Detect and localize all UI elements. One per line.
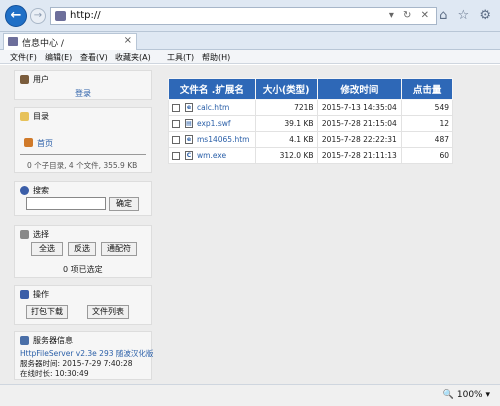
- directory-panel: 目录 首页 0 个子目录, 4 个文件, 355.9 KB: [14, 107, 152, 173]
- hits-cell: 60: [401, 147, 453, 164]
- table-row: e ms14065.htm 4.1 KB 2015-7-28 22:22:31 4…: [168, 131, 453, 148]
- operations-icon: [20, 290, 29, 299]
- operations-panel: 操作 打包下载 文件列表: [14, 285, 152, 325]
- hits-cell: 12: [401, 115, 453, 132]
- menu-view[interactable]: 查看(V): [80, 52, 108, 63]
- folder-icon: [20, 112, 29, 121]
- page-content: 用户 登录 目录 首页 0 个子目录, 4 个文件, 355.9 KB 搜索 确…: [0, 65, 500, 384]
- row-checkbox[interactable]: [172, 151, 180, 160]
- size-cell: 721B: [254, 99, 318, 116]
- row-checkbox[interactable]: [172, 103, 180, 112]
- url-tools[interactable]: ▾ ↻ ✕: [389, 10, 432, 21]
- address-toolbar: ← → http:// ▾ ↻ ✕ ⌂ ☆ ⚙: [0, 0, 500, 32]
- server-info-title: 服务器信息: [33, 336, 73, 345]
- mtime-cell: 2015-7-28 21:11:13: [316, 147, 403, 164]
- menu-help[interactable]: 帮助(H): [202, 52, 230, 63]
- table-row: Cwm.exe 312.0 KB 2015-7-28 21:11:13 60: [168, 147, 453, 164]
- url-text: http://: [70, 10, 101, 21]
- divider: [20, 154, 146, 155]
- search-title: 搜索: [33, 186, 49, 195]
- help-icon: [20, 186, 29, 195]
- header-size[interactable]: 大小(类型): [254, 78, 318, 100]
- hits-cell: 487: [401, 131, 453, 148]
- status-bar: 🔍 100% ▾: [0, 384, 500, 406]
- forward-button[interactable]: →: [30, 8, 46, 24]
- search-input[interactable]: [26, 197, 106, 210]
- filename-cell: e calc.htm: [168, 99, 256, 116]
- select-all-button[interactable]: 全选: [31, 242, 63, 256]
- address-bar[interactable]: http:// ▾ ↻ ✕: [50, 7, 437, 25]
- close-icon[interactable]: ×: [124, 35, 132, 46]
- size-cell: 312.0 KB: [254, 147, 318, 164]
- menu-edit[interactable]: 编辑(E): [45, 52, 72, 63]
- operations-title: 操作: [33, 290, 49, 299]
- tools-icon: [20, 230, 29, 239]
- tab-strip: 信息中心 / ×: [0, 32, 500, 50]
- filename-cell: e ms14065.htm: [168, 131, 256, 148]
- user-icon: [20, 75, 29, 84]
- menu-file[interactable]: 文件(F): [10, 52, 37, 63]
- filename-cell: Cwm.exe: [168, 147, 256, 164]
- wildcard-button[interactable]: 通配符: [101, 242, 137, 256]
- site-icon: [55, 11, 66, 21]
- table-header-row: 文件名 .扩展名 大小(类型) 修改时间 点击量: [168, 78, 453, 100]
- menu-favorites[interactable]: 收藏夹(A): [115, 52, 151, 63]
- directory-summary: 0 个子目录, 4 个文件, 355.9 KB: [27, 161, 138, 170]
- mtime-cell: 2015-7-28 21:15:04: [316, 115, 403, 132]
- file-type-icon: e: [185, 135, 193, 145]
- row-checkbox[interactable]: [172, 135, 180, 144]
- select-panel: 选择 全选 反选 通配符 0 项已选定: [14, 225, 152, 278]
- menu-tools[interactable]: 工具(T): [167, 52, 194, 63]
- table-row: e calc.htm 721B 2015-7-13 14:35:04 549: [168, 99, 453, 116]
- server-icon: [20, 336, 29, 345]
- select-title: 选择: [33, 230, 49, 239]
- file-table: 文件名 .扩展名 大小(类型) 修改时间 点击量 e calc.htm 721B …: [168, 78, 453, 164]
- row-checkbox[interactable]: [172, 119, 180, 128]
- tab-active[interactable]: 信息中心 / ×: [3, 33, 137, 50]
- file-link[interactable]: wm.exe: [197, 151, 226, 160]
- zoom-control[interactable]: 🔍 100% ▾: [443, 390, 490, 400]
- mtime-cell: 2015-7-28 22:22:31: [316, 131, 403, 148]
- login-link[interactable]: 登录: [75, 88, 91, 99]
- file-type-icon: e: [185, 103, 193, 113]
- file-link[interactable]: calc.htm: [197, 103, 229, 112]
- user-title: 用户: [33, 75, 49, 84]
- home-link[interactable]: 首页: [37, 138, 53, 149]
- server-uptime: 在线时长: 10:30:49: [20, 369, 89, 378]
- header-mtime[interactable]: 修改时间: [316, 78, 403, 100]
- server-info-panel: 服务器信息 HttpFileServer v2.3e 293 随波汉化版 服务器…: [14, 331, 153, 380]
- size-cell: 39.1 KB: [254, 115, 318, 132]
- selected-count: 0 项已选定: [63, 265, 103, 274]
- file-link[interactable]: exp1.swf: [197, 119, 231, 128]
- site-icon: [8, 37, 18, 46]
- filename-cell: ▤ exp1.swf: [168, 115, 256, 132]
- home-icon: [24, 138, 33, 147]
- toolbar-icons[interactable]: ⌂ ☆ ⚙: [439, 8, 494, 23]
- download-archive-button[interactable]: 打包下载: [26, 305, 68, 319]
- user-panel: 用户 登录: [14, 70, 152, 100]
- menu-bar: 文件(F) 编辑(E) 查看(V) 收藏夹(A) 工具(T) 帮助(H): [0, 50, 500, 64]
- directory-title: 目录: [33, 112, 49, 121]
- file-type-icon: C: [185, 151, 193, 161]
- search-submit-button[interactable]: 确定: [109, 197, 139, 211]
- size-cell: 4.1 KB: [254, 131, 318, 148]
- invert-selection-button[interactable]: 反选: [68, 242, 96, 256]
- file-list-button[interactable]: 文件列表: [87, 305, 129, 319]
- hits-cell: 549: [401, 99, 453, 116]
- tab-title: 信息中心 /: [22, 39, 64, 49]
- search-panel: 搜索 确定: [14, 181, 152, 216]
- header-filename[interactable]: 文件名 .扩展名: [168, 78, 256, 100]
- header-hits[interactable]: 点击量: [401, 78, 453, 100]
- file-type-icon: ▤: [185, 119, 193, 129]
- file-link[interactable]: ms14065.htm: [197, 135, 249, 144]
- mtime-cell: 2015-7-13 14:35:04: [316, 99, 403, 116]
- back-button[interactable]: ←: [5, 5, 27, 27]
- table-row: ▤ exp1.swf 39.1 KB 2015-7-28 21:15:04 12: [168, 115, 453, 132]
